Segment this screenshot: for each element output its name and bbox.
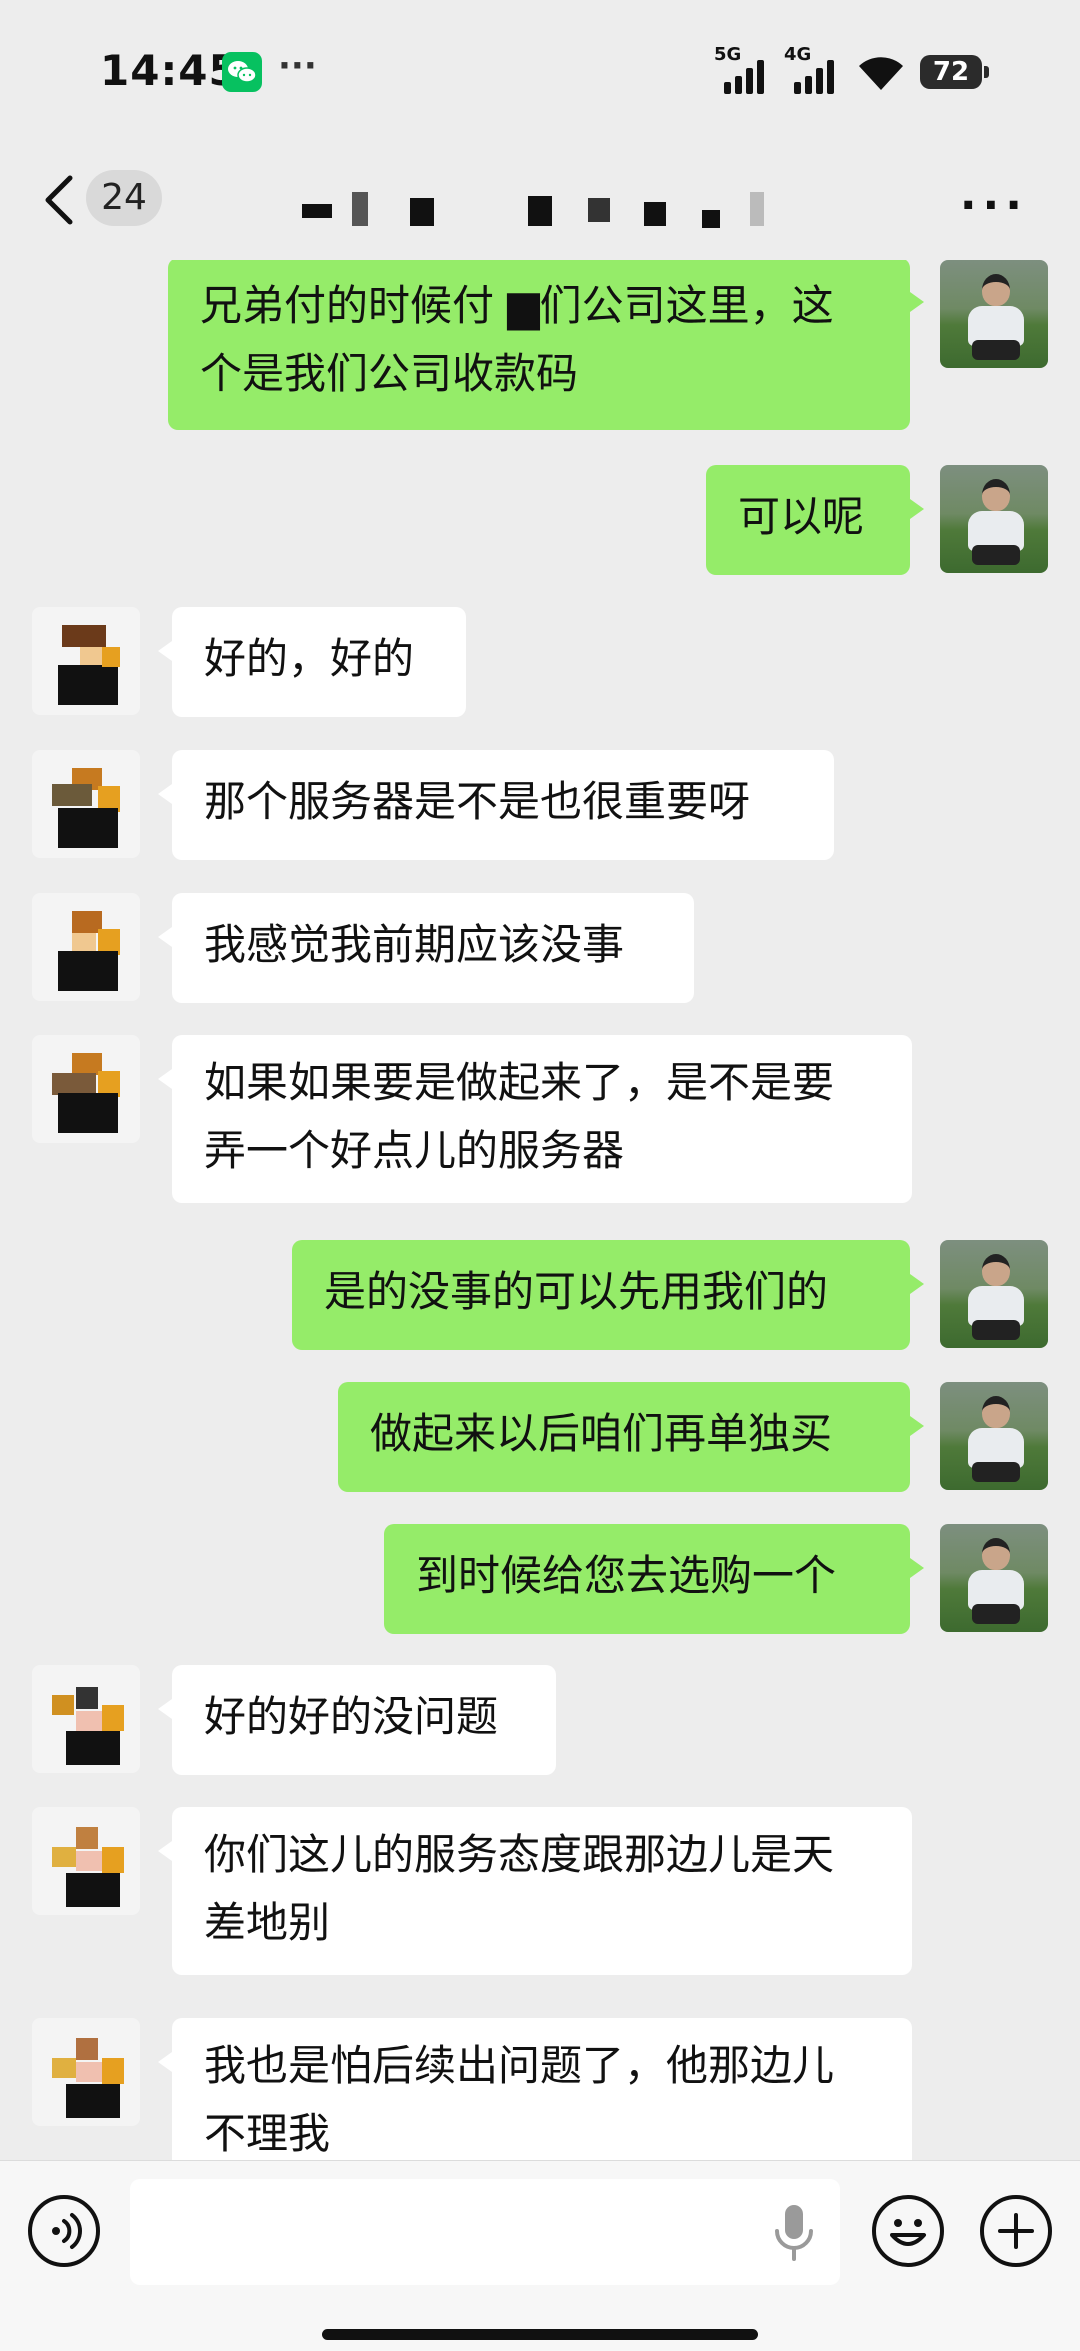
input-bar (0, 2160, 1080, 2351)
message-bubble-received[interactable]: 我感觉我前期应该没事 (158, 893, 694, 1003)
my-avatar[interactable] (940, 465, 1048, 573)
message-bubble-sent[interactable]: 兄弟付的时候付 ▆们公司这里，这 个是我们公司收款码 (168, 260, 924, 430)
wechat-icon (222, 52, 262, 92)
message-line: 好的好的没问题 (204, 1692, 499, 1741)
message-bubble-received[interactable]: 好的，好的 (158, 607, 466, 717)
unread-count-badge[interactable]: 24 (86, 170, 162, 226)
message-bubble-received[interactable]: 我也是怕后续出问题了，他那边儿 不理我 (158, 2018, 912, 2160)
my-avatar[interactable] (940, 1240, 1048, 1348)
contact-avatar[interactable] (32, 1035, 140, 1143)
contact-avatar[interactable] (32, 893, 140, 1001)
message-line: 你们这儿的服务态度跟那边儿是天 (204, 1830, 835, 1879)
message-line: 兄弟付的时候付 ▆们公司这里，这 (200, 281, 834, 330)
message-line: 个是我们公司收款码 (200, 349, 579, 398)
message-bubble-received[interactable]: 你们这儿的服务态度跟那边儿是天 差地别 (158, 1807, 912, 1975)
message-line: 做起来以后咱们再单独买 (370, 1409, 833, 1458)
more-options-icon[interactable]: ··· (960, 180, 1028, 231)
message-line: 可以呢 (738, 492, 865, 541)
message-bubble-received[interactable]: 如果如果要是做起来了，是不是要 弄一个好点儿的服务器 (158, 1035, 912, 1203)
message-line: 弄一个好点儿的服务器 (204, 1126, 625, 1175)
my-avatar[interactable] (940, 1382, 1048, 1490)
mic-icon[interactable] (772, 2203, 816, 2263)
contact-avatar[interactable] (32, 607, 140, 715)
chat-title-redacted (300, 192, 800, 232)
message-bubble-sent[interactable]: 可以呢 (706, 465, 924, 575)
plus-icon[interactable] (980, 2195, 1052, 2267)
message-list: 兄弟付的时候付 ▆们公司这里，这 个是我们公司收款码 可以呢 好的，好的 那个服… (0, 260, 1080, 2160)
message-line: 是的没事的可以先用我们的 (324, 1267, 829, 1316)
emoji-icon[interactable] (872, 2195, 944, 2267)
message-input[interactable] (130, 2179, 840, 2285)
message-bubble-received[interactable]: 好的好的没问题 (158, 1665, 556, 1775)
back-icon[interactable] (40, 172, 80, 228)
message-line: 差地别 (204, 1898, 331, 1947)
message-line: 不理我 (204, 2109, 331, 2158)
chat-header: 24 ··· (0, 140, 1080, 260)
message-bubble-sent[interactable]: 是的没事的可以先用我们的 (292, 1240, 924, 1350)
contact-avatar[interactable] (32, 1807, 140, 1915)
status-time: 14:45 (100, 46, 239, 95)
home-indicator[interactable] (322, 2329, 758, 2340)
message-line: 好的，好的 (204, 634, 415, 683)
status-bar: 14:45 ··· 5G 4G 72 (0, 0, 1080, 140)
battery-indicator: 72 (920, 55, 989, 89)
contact-avatar[interactable] (32, 750, 140, 858)
message-line: 我也是怕后续出问题了，他那边儿 (204, 2041, 835, 2090)
contact-avatar[interactable] (32, 2018, 140, 2126)
message-line: 到时候给您去选购一个 (416, 1551, 837, 1600)
message-bubble-sent[interactable]: 到时候给您去选购一个 (384, 1524, 924, 1634)
message-line: 如果如果要是做起来了，是不是要 (204, 1058, 835, 1107)
wifi-icon (859, 57, 903, 90)
my-avatar[interactable] (940, 1524, 1048, 1632)
message-line: 那个服务器是不是也很重要呀 (204, 777, 751, 826)
message-bubble-sent[interactable]: 做起来以后咱们再单独买 (338, 1382, 924, 1492)
voice-icon[interactable] (28, 2195, 100, 2267)
status-overflow-icon: ··· (278, 46, 317, 86)
message-bubble-received[interactable]: 那个服务器是不是也很重要呀 (158, 750, 834, 860)
my-avatar[interactable] (940, 260, 1048, 368)
contact-avatar[interactable] (32, 1665, 140, 1773)
message-line: 我感觉我前期应该没事 (204, 920, 625, 969)
